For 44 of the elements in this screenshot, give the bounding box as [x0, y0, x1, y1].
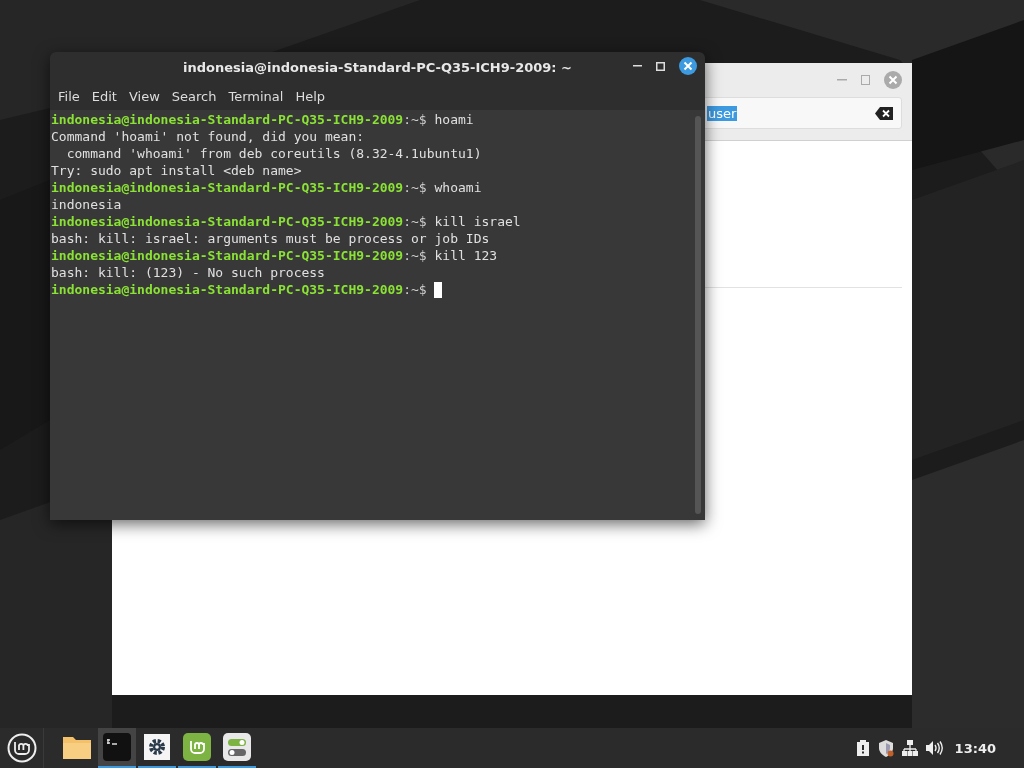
prompt-user-host: indonesia@indonesia-Standard-PC-Q35-ICH9-2009	[51, 281, 404, 298]
close-icon[interactable]	[679, 57, 697, 75]
prompt-path: :~$	[403, 213, 427, 230]
prompt-user-host: indonesia@indonesia-Standard-PC-Q35-ICH9-2009	[51, 111, 404, 128]
output-text: bash: kill: (123) - No such process	[51, 264, 325, 281]
menu-item[interactable]: View	[122, 88, 166, 104]
prompt-user-host: indonesia@indonesia-Standard-PC-Q35-ICH9-2009	[51, 213, 404, 230]
taskbar-app[interactable]	[98, 728, 136, 768]
prompt-user-host: indonesia@indonesia-Standard-PC-Q35-ICH9-2009	[51, 247, 404, 264]
prompt-path: :~$	[403, 247, 427, 264]
output-text: Command 'hoami' not found, did you mean:	[51, 128, 365, 145]
output-text: bash: kill: israel: arguments must be process or job IDs	[51, 230, 490, 247]
menu-item[interactable]: Terminal	[222, 88, 290, 104]
clipboard-icon[interactable]	[855, 740, 870, 756]
volume-icon[interactable]	[925, 741, 943, 755]
mint-logo-icon	[183, 733, 211, 761]
clock[interactable]: 13:40	[954, 740, 996, 756]
command-text: kill israel	[433, 213, 521, 230]
output-text: Try: sudo apt install <deb name>	[51, 162, 302, 179]
gear-icon	[144, 734, 170, 760]
output-text: command 'whoami' from deb coreutils (8.32-4.1ubuntu1)	[65, 145, 482, 162]
command-text: hoami	[433, 111, 474, 128]
output-text: indonesia	[51, 196, 122, 213]
window-title: indonesia@indonesia-Standard-PC-Q35-ICH9-2009: ~	[183, 59, 572, 75]
minimize-icon[interactable]	[633, 65, 642, 67]
command-text: kill 123	[433, 247, 498, 264]
clear-icon[interactable]	[875, 106, 893, 120]
network-icon[interactable]	[901, 740, 918, 756]
prompt-user-host: indonesia@indonesia-Standard-PC-Q35-ICH9-2009	[51, 179, 404, 196]
command-text: whoami	[433, 179, 482, 196]
toggle-switches-icon	[223, 733, 251, 761]
search-text: user	[707, 105, 738, 121]
mint-logo-icon	[6, 733, 37, 763]
prompt-path: :~$	[403, 281, 427, 298]
menu-item[interactable]: Edit	[85, 88, 123, 104]
shield-icon[interactable]	[877, 739, 894, 757]
menu-item[interactable]: Help	[289, 88, 332, 104]
prompt-path: :~$	[403, 179, 427, 196]
prompt-path: :~$	[403, 111, 427, 128]
terminal-icon	[103, 733, 131, 761]
menu-item[interactable]: Search	[165, 88, 223, 104]
scrollbar[interactable]	[695, 116, 701, 514]
folder-icon	[62, 734, 92, 760]
menu-item[interactable]: File	[52, 88, 86, 104]
